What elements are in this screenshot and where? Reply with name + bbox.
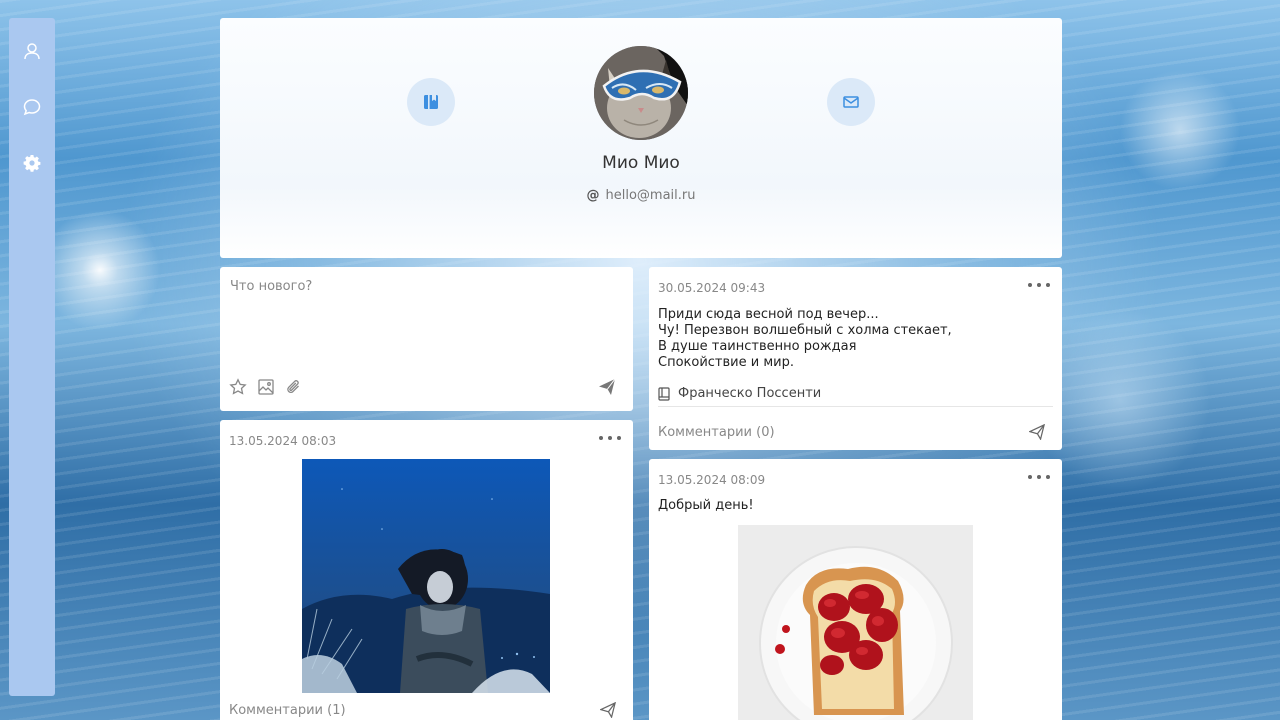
comments-link[interactable]: Комментарии (1) (229, 703, 346, 718)
post-text: Приди сюда весной под вечер... Чу! Перез… (658, 307, 952, 371)
book-icon (424, 95, 438, 109)
post-author: Франческо Поссенти (658, 386, 821, 401)
post-menu-button[interactable] (599, 430, 621, 446)
post-menu-button[interactable] (1028, 469, 1050, 485)
profile-card: Мио Мио @ hello@mail.ru (220, 18, 1062, 258)
post-text-line: Приди сюда весной под вечер... (658, 307, 879, 322)
more-dots-icon (1028, 283, 1032, 287)
new-post-composer (220, 267, 633, 411)
profile-email: hello@mail.ru (605, 188, 696, 203)
post-text-line: Спокойствие и мир. (658, 355, 794, 370)
star-icon (229, 378, 247, 395)
sidebar (9, 18, 55, 696)
post-image (738, 525, 973, 720)
publish-button[interactable] (597, 377, 617, 397)
post-author-name: Франческо Поссенти (678, 386, 822, 401)
post-date: 30.05.2024 09:43 (658, 281, 766, 295)
at-icon: @ (586, 188, 600, 203)
send-icon (1029, 424, 1045, 440)
post-date: 13.05.2024 08:09 (658, 473, 766, 487)
profile-name: Мио Мио (602, 153, 680, 173)
chat-icon (23, 99, 41, 116)
add-favorite-button[interactable] (228, 377, 248, 397)
post-card: 13.05.2024 08:09 Добрый день! (649, 459, 1062, 720)
book-icon (658, 386, 670, 401)
message-button[interactable] (827, 78, 875, 126)
mail-icon (843, 96, 859, 108)
send-icon (599, 378, 616, 395)
bookmarks-button[interactable] (407, 78, 455, 126)
sidebar-item-settings[interactable] (15, 146, 49, 180)
attach-file-button[interactable] (284, 377, 304, 397)
post-text-line: В душе таинственно рождая (658, 339, 857, 354)
send-comment-button[interactable] (598, 700, 618, 720)
gear-icon (23, 155, 41, 172)
user-icon (24, 43, 40, 60)
sidebar-item-messages[interactable] (15, 90, 49, 124)
paperclip-icon (287, 380, 299, 394)
more-dots-icon (599, 436, 603, 440)
send-icon (600, 702, 616, 718)
image-icon (258, 379, 274, 395)
post-image (302, 459, 550, 693)
post-text-line: Чу! Перезвон волшебный с холма стекает, (658, 323, 952, 338)
add-image-button[interactable] (256, 377, 276, 397)
more-dots-icon (1028, 475, 1032, 479)
post-date: 13.05.2024 08:03 (229, 434, 337, 448)
avatar (594, 46, 688, 140)
post-text: Добрый день! (658, 498, 754, 513)
post-menu-button[interactable] (1028, 277, 1050, 293)
send-comment-button[interactable] (1027, 422, 1047, 442)
divider (658, 406, 1053, 407)
sidebar-item-profile[interactable] (15, 34, 49, 68)
post-card: 30.05.2024 09:43 Приди сюда весной под в… (649, 267, 1062, 450)
profile-email-row: @ hello@mail.ru (220, 188, 1062, 203)
post-input[interactable] (230, 279, 620, 369)
comments-link[interactable]: Комментарии (0) (658, 425, 775, 440)
post-card: 13.05.2024 08:03 Комментарии (1) (220, 420, 633, 720)
